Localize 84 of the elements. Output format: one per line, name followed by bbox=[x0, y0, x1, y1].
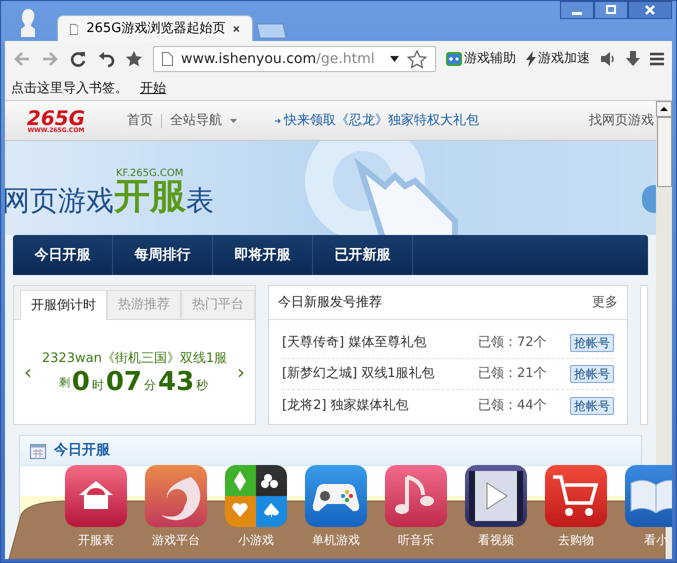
claim-button[interactable]: 抢帐号 bbox=[570, 365, 614, 383]
maximize-icon bbox=[606, 5, 616, 15]
close-button[interactable] bbox=[628, 1, 672, 19]
minimize-icon bbox=[572, 12, 582, 14]
menu-item[interactable]: 今日开服 bbox=[13, 235, 113, 275]
countdown-value: 43 bbox=[158, 368, 194, 395]
menu-item[interactable]: 即将开服 bbox=[213, 235, 313, 275]
game-server-name: 2323wan《街机三国》双线1服 bbox=[42, 350, 228, 368]
url-text: www.ishenyou.com/ge.html bbox=[181, 50, 375, 68]
nav-link[interactable]: 首页 bbox=[127, 110, 153, 130]
minimize-button[interactable] bbox=[560, 1, 594, 19]
page-icon bbox=[162, 52, 173, 66]
panel-tab[interactable]: 开服倒计时 bbox=[20, 290, 107, 320]
toolbar-button[interactable]: 游戏辅助 bbox=[446, 49, 516, 69]
address-bar[interactable]: www.ishenyou.com/ge.html bbox=[153, 46, 436, 72]
card-suits-icon bbox=[225, 465, 287, 527]
dock-label: 小游戏 bbox=[238, 532, 274, 549]
game-controller-icon bbox=[305, 465, 367, 527]
house-icon bbox=[65, 465, 127, 527]
dock-label: 单机游戏 bbox=[312, 532, 360, 549]
dropdown-caret-icon bbox=[230, 118, 237, 122]
close-icon bbox=[233, 25, 240, 33]
countdown-unit: 分 bbox=[144, 376, 156, 394]
browser-tab[interactable]: 265G游戏浏览器起始页 bbox=[57, 15, 253, 42]
gamepad-icon bbox=[446, 51, 462, 67]
claimed-count: 已领：72个 bbox=[478, 334, 548, 352]
site-logo[interactable]: 265G bbox=[26, 108, 86, 128]
dock-item[interactable]: 单机游戏 bbox=[301, 465, 371, 549]
dock-item[interactable]: 开服表 bbox=[61, 465, 131, 549]
dock-label: 去购物 bbox=[558, 532, 594, 549]
gift-name: [天尊传奇] 媒体至尊礼包 bbox=[282, 334, 428, 352]
countdown-value: 0 bbox=[72, 368, 90, 395]
countdown-label: 剩 bbox=[58, 375, 70, 392]
dock-item[interactable]: 小游戏 bbox=[221, 465, 291, 549]
nav-link[interactable]: 找网页游戏 bbox=[589, 110, 654, 130]
claim-button[interactable]: 抢帐号 bbox=[570, 396, 614, 414]
gift-name: [龙将2] 独家媒体礼包 bbox=[282, 396, 410, 415]
claimed-count: 已领：21个 bbox=[478, 365, 548, 384]
banner-domain: KF.265G.COM bbox=[116, 169, 184, 179]
dropdown-caret-icon[interactable] bbox=[390, 56, 399, 62]
menu-item[interactable]: 每周排行 bbox=[113, 235, 213, 275]
tab-title: 265G游戏浏览器起始页 bbox=[86, 20, 226, 38]
calendar-icon bbox=[30, 442, 46, 458]
banner-title: 表 bbox=[186, 187, 214, 215]
speaker-icon[interactable] bbox=[600, 51, 616, 67]
countdown-unit: 秒 bbox=[196, 376, 208, 394]
swirl-icon bbox=[145, 465, 207, 527]
countdown-value: 07 bbox=[106, 368, 142, 395]
countdown-unit: 时 bbox=[92, 376, 104, 394]
bookmark-star-icon[interactable] bbox=[407, 50, 427, 68]
claim-button[interactable]: 抢帐号 bbox=[570, 334, 614, 352]
panel-title: 今日新服发号推荐 bbox=[278, 294, 382, 312]
dock-item[interactable]: 游戏平台 bbox=[141, 465, 211, 549]
shopping-cart-icon bbox=[545, 465, 607, 527]
dock-item[interactable]: 去购物 bbox=[541, 465, 611, 549]
download-icon[interactable] bbox=[626, 51, 640, 67]
bookmarks-hint: 点击这里导入书签。 bbox=[11, 80, 128, 98]
dock-label: 游戏平台 bbox=[152, 532, 200, 549]
menu-item[interactable]: 已开新服 bbox=[313, 235, 413, 275]
scroll-thumb[interactable] bbox=[656, 117, 672, 187]
maximize-button[interactable] bbox=[594, 1, 628, 19]
star-icon[interactable] bbox=[125, 50, 143, 68]
banner-title-highlight: 开服 bbox=[114, 179, 186, 215]
music-note-icon bbox=[385, 465, 447, 527]
dock-item[interactable]: 看视频 bbox=[461, 465, 531, 549]
menu-icon[interactable] bbox=[650, 52, 664, 66]
panel-title: 今日开服 bbox=[54, 441, 110, 460]
page-icon bbox=[70, 22, 78, 36]
promo-link[interactable]: 快来领取《忍龙》独家特权大礼包 bbox=[284, 110, 479, 130]
more-link[interactable]: 更多 bbox=[592, 292, 618, 312]
undo-icon[interactable] bbox=[97, 50, 115, 68]
nav-link[interactable]: 全站导航 bbox=[170, 110, 222, 130]
reload-icon[interactable] bbox=[69, 50, 87, 68]
dock-label: 看视频 bbox=[478, 532, 514, 549]
gift-name: [新梦幻之城] 双线1服礼包 bbox=[282, 365, 436, 384]
claimed-count: 已领：44个 bbox=[478, 396, 548, 415]
dock-item[interactable]: 听音乐 bbox=[381, 465, 451, 549]
dock-label: 开服表 bbox=[78, 532, 114, 549]
dock-label: 听音乐 bbox=[398, 532, 434, 549]
toolbar-button[interactable]: 游戏加速 bbox=[526, 49, 590, 69]
bullet-arrow-icon bbox=[275, 118, 281, 124]
close-icon bbox=[645, 5, 655, 15]
bookmarks-import-link[interactable]: 开始 bbox=[140, 78, 166, 98]
lightning-icon bbox=[526, 51, 536, 67]
